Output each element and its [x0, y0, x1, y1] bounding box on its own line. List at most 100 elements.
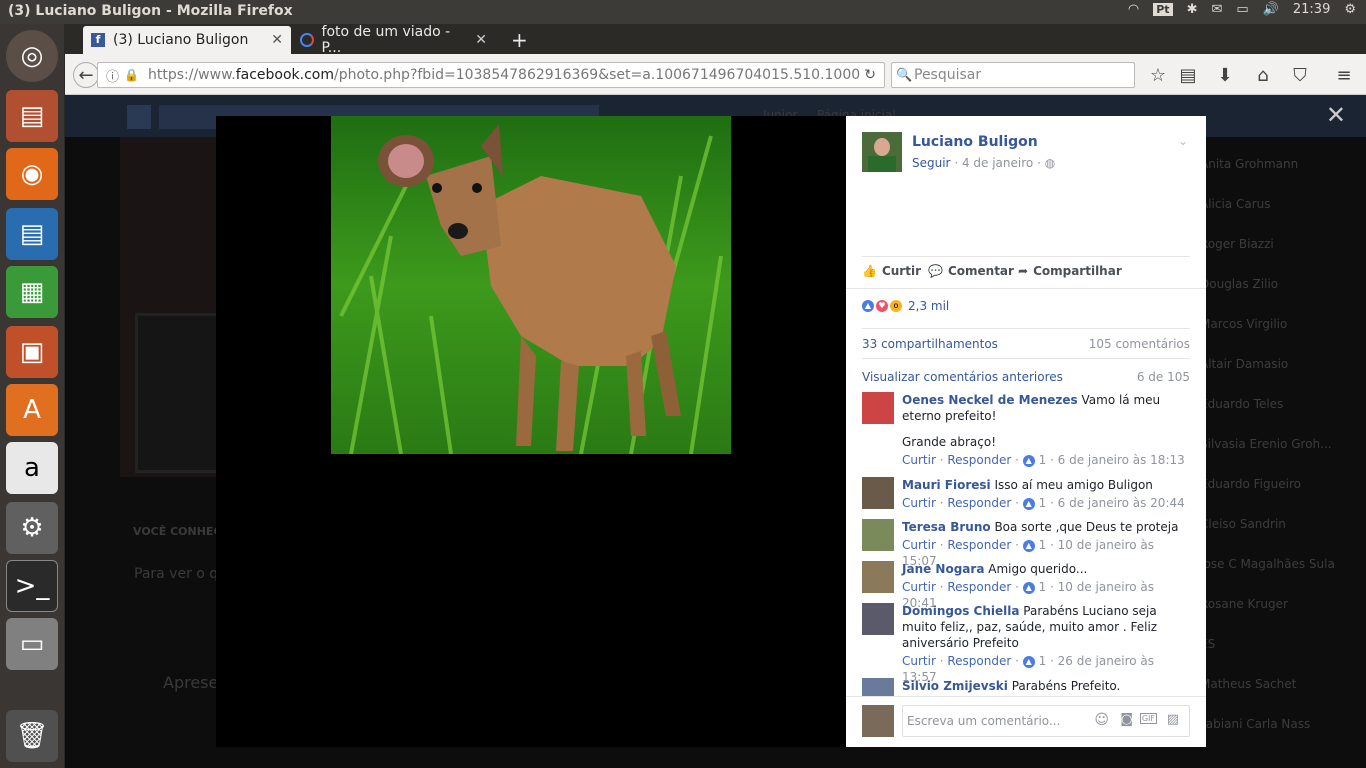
commenter-name[interactable]: Domingos Chiella	[902, 604, 1019, 618]
commenter-avatar[interactable]	[862, 519, 894, 551]
pocket-icon[interactable]: ⛉	[1287, 62, 1313, 88]
photo-info-panel: Luciano Buligon Seguir · 4 de janeiro · …	[846, 116, 1206, 747]
trash-icon[interactable]: 🗑	[6, 710, 58, 762]
ubuntu-dash-icon[interactable]: ◎	[6, 30, 58, 82]
amazon-icon[interactable]: a	[6, 442, 58, 494]
software-center-icon[interactable]: A	[6, 384, 58, 436]
sticker-icon[interactable]: ▨	[1167, 712, 1179, 727]
deer-image	[331, 116, 731, 454]
close-tab-icon[interactable]: ✕	[271, 32, 283, 48]
comment-like-count[interactable]: 1	[1039, 538, 1047, 552]
clock[interactable]: 21:39	[1293, 2, 1330, 17]
comment-reply-link[interactable]: Responder	[947, 654, 1011, 668]
comment-like-count[interactable]: 1	[1039, 654, 1047, 668]
back-button[interactable]: ←	[73, 62, 99, 88]
comment-meta: Curtir · Responder · ▲ 1 · 6 de janeiro …	[902, 496, 1185, 510]
comment-reply-link[interactable]: Responder	[947, 496, 1011, 510]
comment-like-count[interactable]: 1	[1039, 580, 1047, 594]
comment-date[interactable]: 6 de janeiro às 18:13	[1058, 453, 1185, 467]
disk-drive-icon[interactable]: ▭	[6, 618, 58, 670]
commenter-name[interactable]: Teresa Bruno	[902, 520, 991, 534]
writer-icon[interactable]: ▤	[6, 208, 58, 260]
wifi-icon[interactable]: ◠	[1128, 2, 1139, 17]
view-previous-comments-link[interactable]: Visualizar comentários anteriores	[862, 370, 1063, 384]
comment-reply-link[interactable]: Responder	[947, 580, 1011, 594]
author-avatar[interactable]	[862, 132, 902, 172]
chat-contact-name: Jose C Magalhães Sula	[1200, 557, 1335, 571]
commenter-avatar[interactable]	[862, 678, 894, 696]
info-icon[interactable]: ⓘ	[106, 66, 119, 85]
emoji-icon[interactable]: ☺	[1094, 712, 1109, 728]
close-theater-icon[interactable]: ✕	[1326, 101, 1346, 129]
commenter-name[interactable]: Mauri Fioresi	[902, 478, 991, 492]
comment-like-link[interactable]: Curtir	[902, 580, 936, 594]
close-tab-icon[interactable]: ✕	[475, 32, 487, 48]
reactions-count[interactable]: 2,3 mil	[908, 299, 949, 313]
commenter-avatar[interactable]	[862, 392, 894, 424]
comment-like-link[interactable]: Curtir	[902, 654, 936, 668]
new-tab-button[interactable]: +	[503, 26, 536, 54]
bookmark-star-icon[interactable]: ☆	[1145, 62, 1171, 88]
composer-avatar	[862, 705, 894, 737]
reload-icon[interactable]: ↻	[864, 67, 876, 83]
volume-icon[interactable]: 🔊	[1263, 2, 1279, 17]
comment-like-count[interactable]: 1	[1039, 496, 1047, 510]
deer-photo[interactable]	[331, 116, 731, 454]
comment-like-link[interactable]: Curtir	[902, 538, 936, 552]
power-gear-icon[interactable]: ⚙	[1344, 2, 1356, 17]
commenter-avatar[interactable]	[862, 603, 894, 635]
comment-like-count[interactable]: 1	[1039, 453, 1047, 467]
search-icon: 🔍	[896, 67, 913, 83]
comment-meta: Curtir · Responder · ▲ 1 · 6 de janeiro …	[902, 453, 1185, 467]
tab-google[interactable]: foto de um viado - P... ✕	[292, 24, 495, 56]
chat-contact-name: Roger Biazzi	[1200, 237, 1274, 251]
comments-count[interactable]: 105 comentários	[1089, 337, 1190, 351]
comment-like-link[interactable]: Curtir	[902, 453, 936, 467]
impress-icon[interactable]: ▣	[6, 326, 58, 378]
reaction-love-icon: ♥	[876, 300, 888, 312]
comment-text: Amigo querido...	[988, 562, 1088, 576]
bluetooth-icon[interactable]: ✱	[1187, 2, 1198, 17]
mail-icon[interactable]: ✉	[1211, 2, 1222, 17]
commenter-avatar[interactable]	[862, 561, 894, 593]
camera-icon[interactable]: ◙	[1120, 712, 1133, 727]
comment-input[interactable]: Escreva um comentário... ☺ ◙ GIF ▨	[902, 705, 1190, 737]
post-options-chevron-icon[interactable]: ⌄	[1178, 134, 1188, 148]
comment-date[interactable]: 6 de janeiro às 20:44	[1058, 496, 1185, 510]
menu-icon[interactable]: ≡	[1331, 62, 1357, 88]
files-icon[interactable]: ▤	[6, 90, 58, 142]
comment-reply-link[interactable]: Responder	[947, 453, 1011, 467]
keyboard-layout-indicator[interactable]: Pt	[1153, 3, 1173, 16]
comment-action-button[interactable]: 💬 Comentar	[928, 264, 1014, 278]
commenter-name[interactable]: Oenes Neckel de Menezes	[902, 393, 1078, 407]
search-input[interactable]: 🔍 Pesquisar	[891, 62, 1135, 88]
comment-like-link[interactable]: Curtir	[902, 496, 936, 510]
comment-text: Isso aí meu amigo Buligon	[994, 478, 1153, 492]
reading-list-icon[interactable]: ▤	[1175, 62, 1201, 88]
firefox-icon[interactable]: ◉	[6, 148, 58, 200]
comment-reply-link[interactable]: Responder	[947, 538, 1011, 552]
like-action-button[interactable]: 👍 Curtir	[862, 264, 921, 278]
gif-icon[interactable]: GIF	[1139, 713, 1157, 724]
commenter-name[interactable]: Silvio Zmijevski	[902, 679, 1008, 693]
commenter-avatar[interactable]	[862, 477, 894, 509]
share-action-button[interactable]: ➦ Compartilhar	[1018, 264, 1122, 278]
battery-icon[interactable]: ▭	[1236, 2, 1248, 17]
tab-facebook[interactable]: f (3) Luciano Buligon ✕	[83, 26, 291, 54]
commenter-name[interactable]: Jane Nogara	[902, 562, 984, 576]
comment-like-badge-icon: ▲	[1022, 497, 1035, 510]
photo-theater	[216, 116, 846, 747]
post-date[interactable]: 4 de janeiro	[962, 156, 1033, 170]
public-globe-icon[interactable]: ◍	[1045, 156, 1055, 170]
home-icon[interactable]: ⌂	[1250, 62, 1276, 88]
follow-link[interactable]: Seguir	[912, 156, 951, 170]
downloads-icon[interactable]: ⬇	[1212, 62, 1238, 88]
url-bar[interactable]: ⓘ 🔒 https://www. facebook.com/photo.php?f…	[97, 62, 885, 88]
reactions-row[interactable]: ▲ ♥ o 2,3 mil	[862, 299, 949, 313]
profile-photo-dimmed	[135, 313, 220, 473]
terminal-icon[interactable]: >_	[6, 560, 58, 612]
author-name[interactable]: Luciano Buligon	[912, 134, 1038, 150]
shares-count-link[interactable]: 33 compartilhamentos	[862, 337, 998, 351]
system-settings-icon[interactable]: ⚙	[6, 502, 58, 554]
calc-icon[interactable]: ▦	[6, 266, 58, 318]
